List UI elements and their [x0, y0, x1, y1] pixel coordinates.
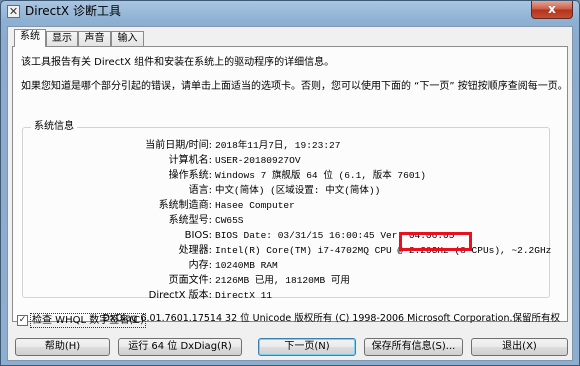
info-value: 2018年11月7日, 19:23:27: [215, 140, 341, 151]
info-label: 页面文件:: [168, 275, 212, 286]
tab-sound[interactable]: 声音: [78, 31, 111, 46]
info-value: Intel(R) Core(TM) i7-4702MQ CPU @ 2.20GH…: [215, 245, 552, 256]
run-64bit-dxdiag-button[interactable]: 运行 64 位 DxDiag(R): [118, 338, 242, 356]
info-value: Windows 7 旗舰版 64 位 (6.1, 版本 7601): [215, 170, 426, 181]
info-value: USER-20180927OV: [215, 155, 301, 166]
tab-display[interactable]: 显示: [46, 31, 78, 46]
whql-checkbox[interactable]: ✓: [17, 315, 28, 326]
info-value: 中文(简体) (区域设置: 中文(简体)): [215, 185, 381, 196]
tab-input[interactable]: 输入: [111, 31, 144, 46]
info-label: 当前日期/时间:: [145, 140, 212, 151]
info-label: 系统型号:: [168, 215, 212, 226]
tab-system[interactable]: 系统: [14, 29, 46, 47]
window-title: DirectX 诊断工具: [25, 4, 121, 18]
close-button[interactable]: x: [531, 1, 573, 19]
directx-diagnostic-window: ✕ DirectX 诊断工具 x 系统 显示 声音 输入 该工具报告有关 Dir…: [0, 0, 580, 366]
system-info-group-title: 系统信息: [31, 120, 77, 133]
info-row-model: 系统型号: CW65S: [23, 214, 549, 227]
info-row-directx-version: DirectX 版本: DirectX 11: [23, 289, 549, 302]
info-value: CW65S: [215, 215, 244, 226]
info-row-manufacturer: 系统制造商: Hasee Computer: [23, 199, 549, 212]
info-value: Hasee Computer: [215, 200, 295, 211]
info-value: 10240MB RAM: [215, 260, 278, 271]
info-row-language: 语言: 中文(简体) (区域设置: 中文(简体)): [23, 184, 549, 197]
help-button[interactable]: 帮助(H): [15, 338, 110, 356]
cpu-count-highlight-box: [399, 232, 472, 251]
system-tab-panel: 该工具报告有关 DirectX 组件和安装在系统上的驱动程序的详细信息。 如果您…: [12, 46, 568, 328]
dialog-client-area: 系统 显示 声音 输入 该工具报告有关 DirectX 组件和安装在系统上的驱动…: [7, 26, 573, 361]
info-row-computer-name: 计算机名: USER-20180927OV: [23, 154, 549, 167]
info-value: DirectX 11: [215, 290, 273, 301]
info-row-memory: 内存: 10240MB RAM: [23, 259, 549, 272]
exit-button[interactable]: 退出(X): [471, 338, 568, 356]
info-value: 2126MB 已用, 18120MB 可用: [215, 275, 350, 286]
info-label: 操作系统:: [168, 170, 212, 181]
info-row-os: 操作系统: Windows 7 旗舰版 64 位 (6.1, 版本 7601): [23, 169, 549, 182]
system-info-group: 系统信息 当前日期/时间: 2018年11月7日, 19:23:27 计算机名:…: [22, 120, 552, 301]
intro-text-line-2: 如果您知道是哪个部分引起的错误，请单击上面适当的选项卡。否则，您可以使用下面的 …: [21, 81, 568, 92]
info-label: 系统制造商:: [158, 200, 212, 211]
directx-app-icon: ✕: [7, 5, 20, 18]
next-page-button[interactable]: 下一页(N): [258, 338, 356, 356]
checkmark-icon: ✓: [18, 315, 27, 325]
version-copyright-text: DxDiag 6.01.7601.17514 32 位 Unicode 版权所有…: [102, 313, 560, 324]
info-label: 内存:: [188, 260, 212, 271]
info-label: 处理器:: [178, 245, 212, 256]
info-label: BIOS:: [184, 230, 212, 241]
info-row-page-file: 页面文件: 2126MB 已用, 18120MB 可用: [23, 274, 549, 287]
close-icon: x: [548, 2, 556, 16]
title-bar[interactable]: ✕ DirectX 诊断工具 x: [1, 1, 579, 23]
save-all-info-button[interactable]: 保存所有信息(S)...: [364, 338, 463, 356]
intro-text-line-1: 该工具报告有关 DirectX 组件和安装在系统上的驱动程序的详细信息。: [21, 57, 335, 68]
info-label: 计算机名:: [168, 155, 212, 166]
info-label: DirectX 版本:: [148, 290, 212, 301]
info-row-datetime: 当前日期/时间: 2018年11月7日, 19:23:27: [23, 139, 549, 152]
info-label: 语言:: [188, 185, 212, 196]
